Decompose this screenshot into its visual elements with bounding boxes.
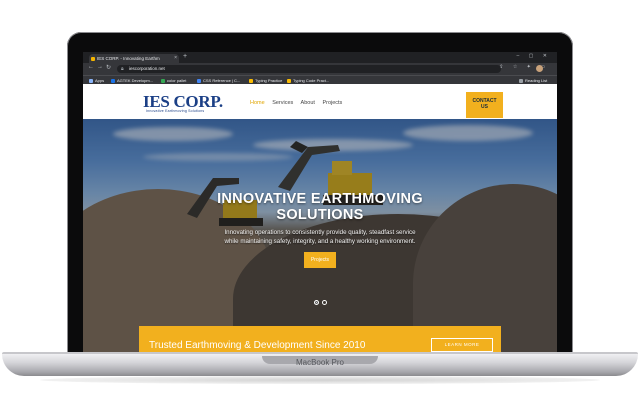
tab-title: IES CORP. - Innovating Earthm bbox=[97, 56, 160, 61]
profile-avatar-icon[interactable] bbox=[536, 65, 543, 72]
nav-about[interactable]: About bbox=[301, 100, 315, 106]
hero-section: INNOVATIVE EARTHMOVING SOLUTIONS Innovat… bbox=[83, 119, 557, 352]
apps-icon bbox=[89, 78, 93, 83]
agtek-icon bbox=[111, 78, 115, 83]
nav-home[interactable]: Home bbox=[250, 100, 265, 106]
back-icon[interactable]: ← bbox=[88, 64, 94, 70]
close-tab-icon[interactable]: × bbox=[174, 54, 177, 63]
hero-subtext: Innovating operations to consistently pr… bbox=[83, 228, 557, 246]
laptop-shadow bbox=[40, 376, 600, 384]
lock-icon: 🔒︎ bbox=[121, 66, 124, 72]
carousel-dot-1[interactable] bbox=[314, 300, 319, 305]
subtext-line-1: Innovating operations to consistently pr… bbox=[224, 229, 416, 236]
learn-more-button[interactable]: LEARN MORE bbox=[431, 338, 493, 352]
nav-projects[interactable]: Projects bbox=[322, 100, 342, 106]
browser-tab[interactable]: IES CORP. - Innovating Earthm × bbox=[89, 54, 179, 63]
laptop-model-label: MacBook Pro bbox=[295, 358, 345, 367]
typing-practice-icon bbox=[249, 78, 253, 83]
bookmarks-bar: Apps AGTEK Developm... color pallet CSS … bbox=[83, 75, 557, 84]
headline-line-1: INNOVATIVE EARTHMOVING bbox=[217, 191, 423, 207]
site-favicon-icon bbox=[91, 56, 95, 61]
website: IES CORP. Innovative Earthmoving Solutio… bbox=[83, 84, 557, 352]
reload-icon[interactable]: ↻ bbox=[106, 64, 111, 71]
typing-code-icon bbox=[287, 78, 291, 83]
cta-band-text: Trusted Earthmoving & Development Since … bbox=[149, 340, 366, 351]
css-reference-icon bbox=[197, 78, 201, 83]
hero-projects-button[interactable]: Projects bbox=[304, 252, 336, 268]
subtext-line-2: while maintaining safety, integrity, and… bbox=[224, 238, 416, 245]
nav-services[interactable]: Services bbox=[272, 100, 293, 106]
carousel-dot-2[interactable] bbox=[322, 300, 327, 305]
new-tab-button[interactable]: + bbox=[183, 53, 187, 60]
browser-toolbar: ← → ↻ 🔒︎ iescorporation.net ⇪ ☆ ✦ ▭ bbox=[83, 63, 557, 75]
color-pallet-icon bbox=[161, 78, 165, 83]
browser-tab-bar: IES CORP. - Innovating Earthm × + ‒ ▢ ✕ bbox=[83, 52, 557, 63]
address-bar[interactable]: 🔒︎ iescorporation.net bbox=[117, 65, 501, 73]
laptop-screen: IES CORP. - Innovating Earthm × + ‒ ▢ ✕ … bbox=[83, 52, 557, 352]
contact-line-2: US bbox=[481, 104, 488, 110]
forward-icon[interactable]: → bbox=[97, 64, 103, 70]
site-tagline: Innovative Earthmoving Solutions bbox=[146, 109, 205, 113]
carousel-indicators bbox=[314, 292, 330, 310]
cta-band: Trusted Earthmoving & Development Since … bbox=[139, 326, 501, 352]
window-controls[interactable]: ‒ ▢ ✕ bbox=[517, 53, 551, 59]
reading-list-icon bbox=[519, 78, 523, 83]
headline-line-2: SOLUTIONS bbox=[276, 207, 364, 223]
hero-headline: INNOVATIVE EARTHMOVING SOLUTIONS bbox=[83, 191, 557, 223]
contact-us-button[interactable]: CONTACT US bbox=[466, 92, 503, 118]
site-nav: Home Services About Projects bbox=[250, 100, 348, 106]
url-text: iescorporation.net bbox=[129, 66, 165, 71]
site-header: IES CORP. Innovative Earthmoving Solutio… bbox=[83, 84, 557, 119]
